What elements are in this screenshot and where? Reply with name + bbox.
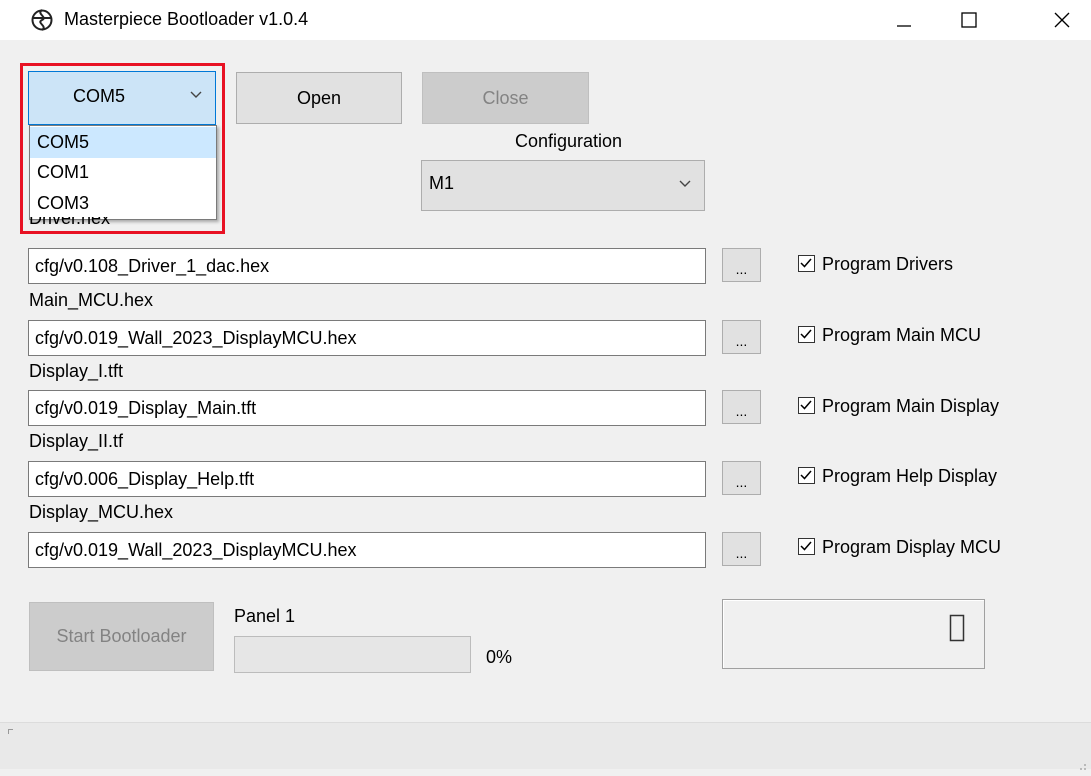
start-bootloader-button[interactable]: Start Bootloader bbox=[29, 602, 214, 671]
program-main-mcu-label: Program Main MCU bbox=[822, 325, 982, 345]
progress-bar bbox=[234, 636, 471, 673]
checkmark-icon bbox=[800, 258, 812, 268]
checkmark-icon bbox=[800, 541, 812, 551]
program-drivers-label: Program Drivers bbox=[822, 254, 954, 274]
window-title: Masterpiece Bootloader v1.0.4 bbox=[64, 9, 309, 29]
program-help-display-label: Program Help Display bbox=[822, 466, 998, 486]
file-label-display-mcu: Display_MCU.hex bbox=[29, 502, 174, 522]
configuration-label: Configuration bbox=[515, 131, 623, 151]
highlight-box bbox=[20, 63, 225, 234]
file-path-display-help[interactable]: cfg/v0.006_Display_Help.tft bbox=[28, 461, 706, 497]
file-path-display-mcu[interactable]: cfg/v0.019_Wall_2023_DisplayMCU.hex bbox=[28, 532, 706, 568]
counter-display: 0 bbox=[722, 599, 985, 669]
file-label-display-help: Display_II.tf bbox=[29, 431, 124, 451]
browse-button-display-help[interactable]: ... bbox=[722, 461, 761, 495]
browse-button-display-main[interactable]: ... bbox=[722, 390, 761, 424]
program-help-display-checkbox[interactable] bbox=[798, 467, 815, 484]
maximize-icon bbox=[961, 12, 977, 28]
browse-button-driver[interactable]: ... bbox=[722, 248, 761, 282]
progress-percent: 0% bbox=[486, 647, 513, 667]
checkmark-icon bbox=[800, 470, 812, 480]
file-path-display-main[interactable]: cfg/v0.019_Display_Main.tft bbox=[28, 390, 706, 426]
maximize-button[interactable] bbox=[946, 0, 992, 40]
checkmark-icon bbox=[800, 400, 812, 410]
configuration-select[interactable]: M1 bbox=[421, 160, 705, 211]
app-logo-icon bbox=[30, 8, 54, 32]
program-drivers-checkbox[interactable] bbox=[798, 255, 815, 272]
browse-button-main-mcu[interactable]: ... bbox=[722, 320, 761, 354]
close-icon bbox=[1054, 12, 1070, 28]
seven-segment-digit bbox=[949, 614, 965, 642]
close-window-button[interactable] bbox=[1039, 0, 1085, 40]
program-main-display-checkbox[interactable] bbox=[798, 397, 815, 414]
program-display-mcu-label: Program Display MCU bbox=[822, 537, 1002, 557]
file-path-driver[interactable]: cfg/v0.108_Driver_1_dac.hex bbox=[28, 248, 706, 284]
minimize-icon bbox=[897, 25, 911, 27]
file-path-main-mcu[interactable]: cfg/v0.019_Wall_2023_DisplayMCU.hex bbox=[28, 320, 706, 356]
panel-label: Panel 1 bbox=[234, 606, 296, 626]
file-label-main-mcu: Main_MCU.hex bbox=[29, 290, 154, 310]
program-main-display-label: Program Main Display bbox=[822, 396, 1000, 416]
title-bar[interactable]: Masterpiece Bootloader v1.0.4 bbox=[0, 0, 1091, 40]
open-button[interactable]: Open bbox=[236, 72, 402, 124]
chevron-down-icon bbox=[678, 175, 692, 196]
configuration-value: M1 bbox=[429, 173, 455, 193]
minimize-button[interactable] bbox=[881, 0, 927, 40]
program-display-mcu-checkbox[interactable] bbox=[798, 538, 815, 555]
close-port-button[interactable]: Close bbox=[422, 72, 589, 124]
status-bar bbox=[0, 722, 1091, 770]
resize-grip-icon[interactable] bbox=[1077, 755, 1087, 770]
status-grip-mark bbox=[8, 729, 13, 734]
browse-button-display-mcu[interactable]: ... bbox=[722, 532, 761, 566]
program-main-mcu-checkbox[interactable] bbox=[798, 326, 815, 343]
checkmark-icon bbox=[800, 329, 812, 339]
file-label-display-main: Display_I.tft bbox=[29, 361, 124, 381]
